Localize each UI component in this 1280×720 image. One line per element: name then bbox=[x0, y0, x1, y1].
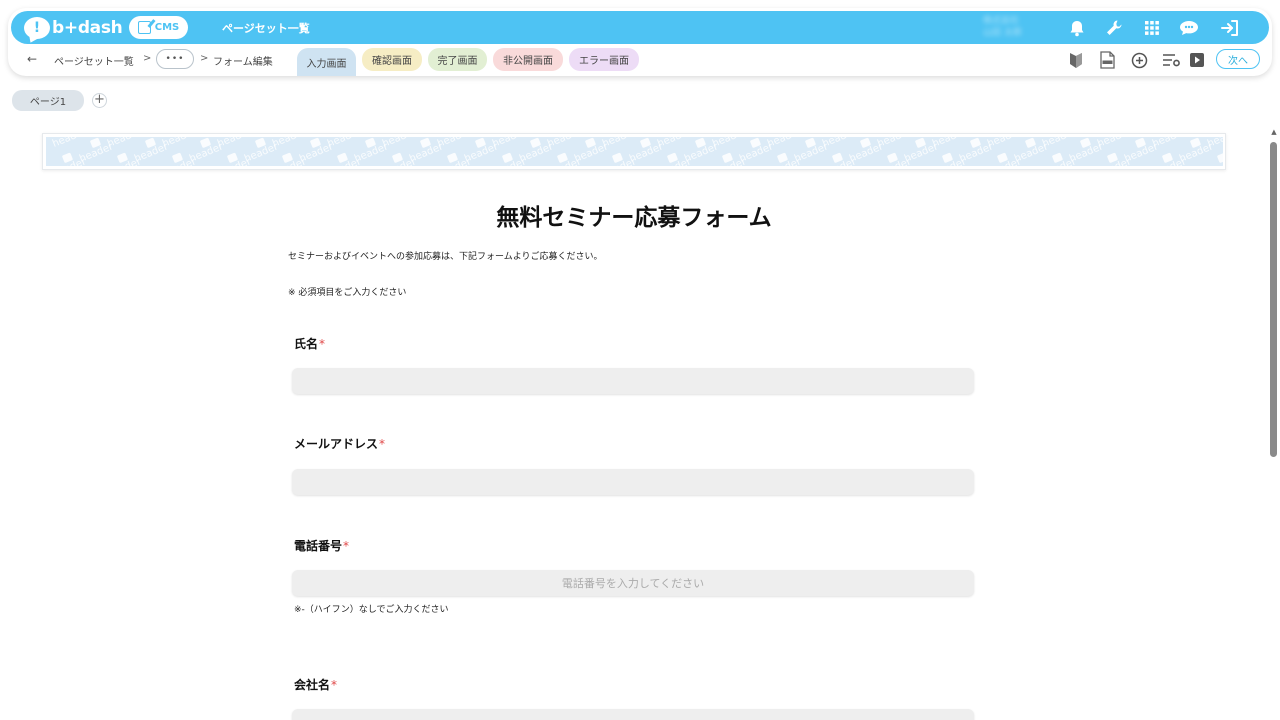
required-asterisk: * bbox=[319, 337, 326, 351]
html-file-icon[interactable] bbox=[1097, 50, 1117, 70]
page-title: ページセット一覧 bbox=[222, 22, 310, 35]
bdash-logo[interactable]: ! b+dash bbox=[24, 15, 123, 40]
user-fullname: 山田 太郎 bbox=[983, 28, 1022, 38]
chat-icon[interactable] bbox=[1177, 16, 1201, 40]
breadcrumb-separator: > bbox=[143, 53, 152, 64]
bell-icon[interactable] bbox=[1065, 16, 1089, 40]
play-icon[interactable] bbox=[1187, 50, 1207, 70]
top-bar: ! b+dash CMS ページセット一覧 株式会社 山田 太郎 bbox=[11, 11, 1269, 44]
next-button[interactable]: 次へ bbox=[1216, 49, 1260, 69]
phone-field-label: 電話番号* bbox=[294, 537, 349, 554]
logo-mark-icon: ! bbox=[24, 16, 50, 39]
phone-hint: ※-（ハイフン）なしでご入力ください bbox=[294, 605, 449, 615]
breadcrumb-separator: > bbox=[200, 53, 209, 64]
list-settings-icon[interactable] bbox=[1161, 50, 1181, 70]
back-arrow-icon[interactable]: ← bbox=[27, 52, 37, 66]
tab-input-screen[interactable]: 入力画面 bbox=[297, 48, 356, 76]
header-placeholder-pattern: header header header header header header head… bbox=[46, 137, 1223, 166]
required-asterisk: * bbox=[343, 539, 350, 553]
tab-confirm-screen[interactable]: 確認画面 bbox=[362, 48, 422, 71]
breadcrumb-page-set-list[interactable]: ページセット一覧 bbox=[54, 53, 134, 68]
name-input[interactable] bbox=[292, 368, 974, 394]
cms-label: CMS bbox=[154, 22, 180, 33]
breadcrumb-more-button[interactable]: ••• bbox=[156, 49, 194, 69]
breadcrumb-form-edit: フォーム編集 bbox=[213, 57, 273, 68]
required-note: ※ 必須項目をご入力ください bbox=[288, 288, 407, 298]
header-placeholder[interactable]: header header header header header header head… bbox=[42, 133, 1226, 170]
phone-input[interactable] bbox=[292, 570, 974, 596]
tab-private-screen[interactable]: 非公開画面 bbox=[493, 48, 563, 71]
add-page-button[interactable]: + bbox=[92, 93, 107, 108]
page-tab-1[interactable]: ページ1 bbox=[12, 90, 84, 111]
form-title: 無料セミナー応募フォーム bbox=[496, 205, 772, 231]
logout-icon[interactable] bbox=[1218, 16, 1242, 40]
user-name[interactable]: 株式会社 山田 太郎 bbox=[983, 15, 1059, 41]
email-label-text: メールアドレス bbox=[294, 437, 379, 451]
cms-badge[interactable]: CMS bbox=[129, 16, 188, 39]
tab-complete-screen[interactable]: 完了画面 bbox=[428, 48, 487, 71]
scrollbar-thumb[interactable] bbox=[1270, 142, 1277, 457]
user-company: 株式会社 bbox=[983, 16, 1020, 26]
edit-icon bbox=[137, 21, 151, 34]
scroll-up-arrow-icon[interactable]: ▲ bbox=[1269, 128, 1279, 138]
breadcrumb-bar: ← ページセット一覧 > ••• > フォーム編集 入力画面 確認画面 完了画面… bbox=[8, 44, 1272, 76]
name-label-text: 氏名 bbox=[294, 337, 319, 351]
beginner-icon[interactable] bbox=[1066, 50, 1086, 70]
form-description: セミナーおよびイベントへの参加応募は、下記フォームよりご応募ください。 bbox=[288, 252, 603, 262]
logo-text: b+dash bbox=[52, 17, 123, 38]
required-asterisk: * bbox=[379, 437, 386, 451]
phone-label-text: 電話番号 bbox=[294, 539, 343, 553]
email-field-label: メールアドレス* bbox=[294, 435, 385, 452]
name-field-label: 氏名* bbox=[294, 335, 325, 352]
wrench-icon[interactable] bbox=[1102, 16, 1126, 40]
company-label-text: 会社名 bbox=[294, 678, 331, 692]
grid-icon[interactable] bbox=[1140, 16, 1164, 40]
add-circle-icon[interactable] bbox=[1129, 50, 1149, 70]
company-input[interactable] bbox=[292, 709, 974, 720]
email-input[interactable] bbox=[292, 469, 974, 495]
required-asterisk: * bbox=[331, 678, 338, 692]
tab-error-screen[interactable]: エラー画面 bbox=[569, 48, 639, 71]
company-field-label: 会社名* bbox=[294, 676, 337, 693]
